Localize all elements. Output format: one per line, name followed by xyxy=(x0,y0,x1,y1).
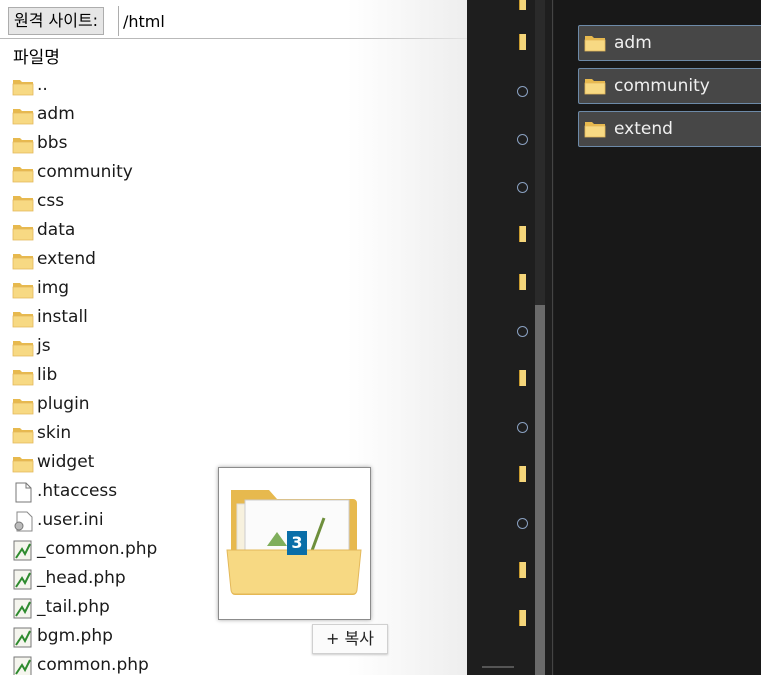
settings-file-icon xyxy=(12,511,34,532)
file-row[interactable]: common.php xyxy=(0,652,467,675)
filename-column-header[interactable]: 파일명 xyxy=(13,43,60,68)
folder-icon xyxy=(519,562,526,578)
file-name: plugin xyxy=(37,394,90,414)
file-name: skin xyxy=(37,423,72,443)
file-name: img xyxy=(37,278,70,298)
folder-icon xyxy=(12,163,34,184)
scrollbar-thumb[interactable] xyxy=(535,305,545,675)
folder-icon xyxy=(12,366,34,387)
file-name: .user.ini xyxy=(37,510,104,530)
copy-tooltip: + 복사 xyxy=(312,624,388,654)
php-file-icon xyxy=(12,656,34,675)
file-name: .htaccess xyxy=(37,481,118,501)
folder-icon xyxy=(12,250,34,271)
folder-icon xyxy=(519,226,526,242)
folder-label: community xyxy=(614,76,710,96)
horizontal-scroll-indicator xyxy=(482,666,514,668)
remote-path-input[interactable] xyxy=(118,6,467,36)
folder-icon xyxy=(12,424,34,445)
folder-icon xyxy=(12,221,34,242)
folder-icon xyxy=(12,76,34,97)
folder-icon xyxy=(12,134,34,155)
file-name: extend xyxy=(37,249,96,269)
remote-site-label: 원격 사이트: xyxy=(8,7,105,35)
file-name: widget xyxy=(37,452,95,472)
file-name: lib xyxy=(37,365,58,385)
folder-icon xyxy=(519,370,526,386)
php-file-icon xyxy=(12,627,34,648)
file-name: css xyxy=(37,191,65,211)
folder-icon xyxy=(519,34,526,50)
folder-icon xyxy=(584,118,606,139)
file-row[interactable]: adm xyxy=(0,101,467,130)
status-icon xyxy=(517,182,528,193)
folder-icon xyxy=(12,337,34,358)
explorer-folder-item[interactable]: adm xyxy=(578,25,761,61)
folder-icon xyxy=(519,466,526,482)
status-icon xyxy=(517,86,528,97)
file-row[interactable]: lib xyxy=(0,362,467,391)
folder-icon xyxy=(584,75,606,96)
folder-label: extend xyxy=(614,119,673,139)
status-icon xyxy=(517,422,528,433)
folder-icon xyxy=(12,192,34,213)
file-name: community xyxy=(37,162,133,182)
file-name: common.php xyxy=(37,655,149,675)
file-name: install xyxy=(37,307,88,327)
file-row[interactable]: plugin xyxy=(0,391,467,420)
folder-icon xyxy=(12,395,34,416)
folder-label: adm xyxy=(614,33,652,53)
file-name: data xyxy=(37,220,76,240)
file-row[interactable]: install xyxy=(0,304,467,333)
file-icon xyxy=(12,482,34,503)
file-row[interactable]: .. xyxy=(0,72,467,101)
file-row[interactable]: extend xyxy=(0,246,467,275)
file-name: bgm.php xyxy=(37,626,113,646)
file-name: _head.php xyxy=(37,568,126,588)
file-name: adm xyxy=(37,104,75,124)
status-icon xyxy=(517,134,528,145)
file-row[interactable]: css xyxy=(0,188,467,217)
file-name: .. xyxy=(37,75,48,95)
status-icon xyxy=(517,326,528,337)
php-file-icon xyxy=(12,598,34,619)
folder-icon xyxy=(519,274,526,290)
file-row[interactable]: skin xyxy=(0,420,467,449)
folder-icon xyxy=(519,610,526,626)
folder-icon xyxy=(519,0,526,10)
file-name: _common.php xyxy=(37,539,158,559)
folder-icon xyxy=(12,308,34,329)
php-file-icon xyxy=(12,569,34,590)
status-icon xyxy=(517,518,528,529)
file-row[interactable]: bgm.php xyxy=(0,623,467,652)
php-file-icon xyxy=(12,540,34,561)
divider-line xyxy=(552,0,553,675)
file-name: bbs xyxy=(37,133,68,153)
folder-icon xyxy=(12,105,34,126)
remote-site-bar: 원격 사이트: xyxy=(0,0,467,39)
explorer-folder-item[interactable]: extend xyxy=(578,111,761,147)
file-row[interactable]: data xyxy=(0,217,467,246)
file-row[interactable]: img xyxy=(0,275,467,304)
explorer-folder-item[interactable]: community xyxy=(578,68,761,104)
file-row[interactable]: community xyxy=(0,159,467,188)
file-name: _tail.php xyxy=(37,597,110,617)
file-name: js xyxy=(37,336,51,356)
drag-count-badge: 3 xyxy=(287,531,307,555)
file-row[interactable]: js xyxy=(0,333,467,362)
folder-icon xyxy=(12,279,34,300)
file-row[interactable]: bbs xyxy=(0,130,467,159)
folder-icon xyxy=(584,32,606,53)
folder-icon xyxy=(12,453,34,474)
